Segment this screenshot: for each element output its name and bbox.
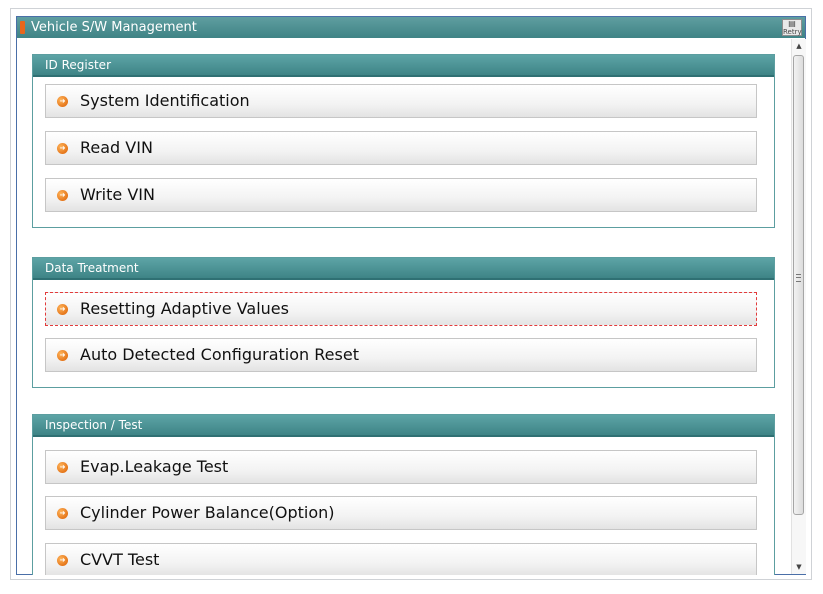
menu-item-cvvt-test[interactable]: ➜ CVVT Test bbox=[45, 543, 757, 575]
menu-item-system-identification[interactable]: ➜ System Identification bbox=[45, 84, 757, 118]
menu-item-label: Resetting Adaptive Values bbox=[80, 299, 289, 318]
vehicle-sw-management-window: Vehicle S/W Management ▤ Retry ID Regist… bbox=[16, 16, 806, 575]
menu-item-cylinder-power-balance[interactable]: ➜ Cylinder Power Balance(Option) bbox=[45, 496, 757, 530]
menu-content: ID Register ➜ System Identification ➜ Re… bbox=[17, 38, 791, 575]
grip-icon bbox=[796, 274, 801, 282]
arrow-bullet-icon: ➜ bbox=[57, 304, 68, 315]
vertical-scrollbar[interactable]: ▲ ▼ bbox=[791, 39, 806, 574]
group-data-treatment: Data Treatment ➜ Resetting Adaptive Valu… bbox=[32, 257, 775, 388]
menu-item-label: Write VIN bbox=[80, 185, 155, 204]
group-header: Data Treatment bbox=[33, 258, 774, 280]
scrollbar-thumb[interactable] bbox=[793, 55, 804, 515]
menu-item-auto-detected-configuration-reset[interactable]: ➜ Auto Detected Configuration Reset bbox=[45, 338, 757, 372]
title-marker-icon bbox=[20, 21, 25, 34]
arrow-bullet-icon: ➜ bbox=[57, 350, 68, 361]
menu-item-label: Cylinder Power Balance(Option) bbox=[80, 503, 335, 522]
menu-item-label: System Identification bbox=[80, 91, 250, 110]
retry-label: Retry bbox=[783, 28, 802, 36]
arrow-bullet-icon: ➜ bbox=[57, 462, 68, 473]
menu-item-label: Evap.Leakage Test bbox=[80, 457, 229, 476]
menu-item-label: Auto Detected Configuration Reset bbox=[80, 345, 359, 364]
arrow-bullet-icon: ➜ bbox=[57, 555, 68, 566]
arrow-bullet-icon: ➜ bbox=[57, 96, 68, 107]
group-header: ID Register bbox=[33, 55, 774, 77]
title-bar: Vehicle S/W Management ▤ Retry bbox=[17, 17, 805, 38]
menu-item-write-vin[interactable]: ➜ Write VIN bbox=[45, 178, 757, 212]
group-id-register: ID Register ➜ System Identification ➜ Re… bbox=[32, 54, 775, 228]
window-title: Vehicle S/W Management bbox=[31, 20, 197, 35]
menu-item-label: Read VIN bbox=[80, 138, 153, 157]
menu-item-label: CVVT Test bbox=[80, 550, 160, 569]
group-header: Inspection / Test bbox=[33, 415, 774, 437]
menu-item-read-vin[interactable]: ➜ Read VIN bbox=[45, 131, 757, 165]
arrow-bullet-icon: ➜ bbox=[57, 143, 68, 154]
group-inspection-test: Inspection / Test ➜ Evap.Leakage Test ➜ … bbox=[32, 414, 775, 575]
retry-icon: ▤ bbox=[788, 19, 796, 28]
scroll-up-arrow-icon[interactable]: ▲ bbox=[792, 39, 806, 53]
menu-item-resetting-adaptive-values[interactable]: ➜ Resetting Adaptive Values bbox=[45, 292, 757, 326]
menu-item-evap-leakage-test[interactable]: ➜ Evap.Leakage Test bbox=[45, 450, 757, 484]
retry-button[interactable]: ▤ Retry bbox=[782, 19, 802, 36]
arrow-bullet-icon: ➜ bbox=[57, 190, 68, 201]
arrow-bullet-icon: ➜ bbox=[57, 508, 68, 519]
scroll-down-arrow-icon[interactable]: ▼ bbox=[792, 560, 806, 574]
